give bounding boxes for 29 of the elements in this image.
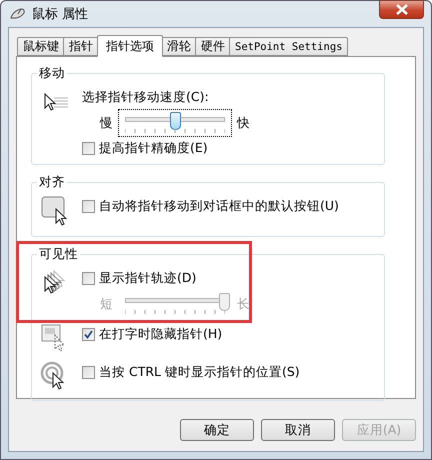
checkbox[interactable] xyxy=(82,328,95,341)
tab[interactable]: 指针 xyxy=(63,37,99,56)
group-title: 可见性 xyxy=(38,246,79,263)
group-title: 对齐 xyxy=(38,174,66,191)
checkbox[interactable] xyxy=(82,142,95,155)
tab[interactable]: SetPoint Settings xyxy=(229,37,348,56)
tab[interactable]: 指针选项 xyxy=(97,35,163,57)
checkbox-label: 提高指针精确度(E) xyxy=(99,140,208,157)
checkbox[interactable] xyxy=(82,272,95,285)
group-title: 移动 xyxy=(38,65,66,82)
slider-max-label: 快 xyxy=(237,114,250,132)
checkbox-label: 显示指针轨迹(D) xyxy=(99,270,196,287)
close-icon xyxy=(394,4,408,14)
checkbox-label: 自动将指针移动到对话框中的默认按钮(U) xyxy=(99,198,339,215)
slider-min-label: 慢 xyxy=(100,114,113,132)
window-title: 鼠标 属性 xyxy=(32,6,90,23)
dialog-button[interactable]: 确定 xyxy=(180,419,254,441)
checkbox[interactable] xyxy=(82,366,95,379)
checkbox-label: 在打字时隐藏指针(H) xyxy=(99,326,222,343)
dialog-button[interactable]: 取消 xyxy=(261,419,335,441)
close-button[interactable] xyxy=(379,0,424,18)
slider-max-label: 长 xyxy=(237,296,250,312)
setting-label: 选择指针移动速度(C): xyxy=(82,89,210,106)
checkbox-label: 当按 CTRL 键时显示指针的位置(S) xyxy=(99,364,300,381)
tab[interactable]: 硬件 xyxy=(195,37,231,56)
slider-min-label: 短 xyxy=(100,296,113,312)
checkbox[interactable] xyxy=(82,200,95,213)
tab[interactable]: 鼠标键 xyxy=(17,37,65,56)
slider[interactable] xyxy=(119,110,231,136)
